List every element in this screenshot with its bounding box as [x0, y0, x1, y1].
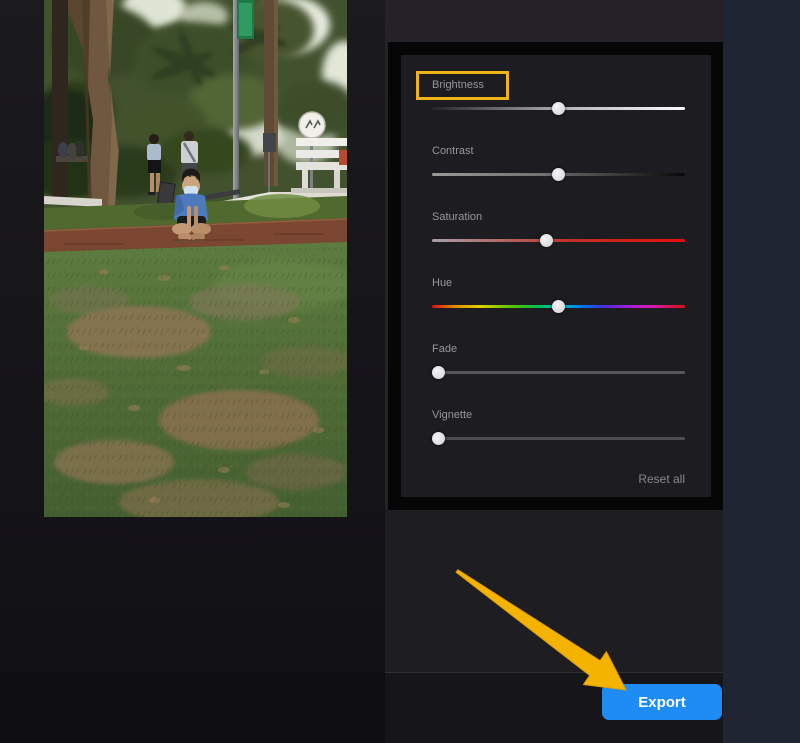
export-button[interactable]: Export: [602, 684, 722, 720]
slider[interactable]: [432, 168, 685, 181]
playback-controls: 00:00/00:13: [0, 530, 385, 576]
slider-row-vignette: Vignette: [432, 401, 685, 461]
slider-handle[interactable]: [552, 300, 565, 313]
slider-handle[interactable]: [540, 234, 553, 247]
slider-handle[interactable]: [432, 366, 445, 379]
slider[interactable]: [432, 102, 685, 115]
slider-label: Brightness: [432, 79, 484, 91]
below-panel-area: [385, 510, 723, 672]
park-scene: [44, 0, 347, 517]
slider-label: Vignette: [432, 409, 472, 421]
slider-label: Hue: [432, 277, 452, 289]
slider[interactable]: [432, 234, 685, 247]
reset-all-link[interactable]: Reset all: [638, 472, 685, 486]
slider-handle[interactable]: [552, 102, 565, 115]
slider-row-brightness: Brightness: [432, 71, 685, 131]
slider-label: Contrast: [432, 145, 474, 157]
adjust-panel: Brightness Contrast Saturation Hue: [401, 55, 711, 497]
slider-track[interactable]: [432, 437, 685, 440]
right-sidebar: [723, 0, 800, 743]
preview-pane: 00:00/00:13: [0, 0, 385, 743]
video-preview[interactable]: [44, 0, 347, 517]
left-footer-strip: [0, 672, 385, 743]
app-window: 00:00/00:13 Brightness Contrast Sa: [0, 0, 800, 743]
slider-handle[interactable]: [552, 168, 565, 181]
slider-label: Saturation: [432, 211, 482, 223]
slider-row-saturation: Saturation: [432, 203, 685, 263]
slider-row-fade: Fade: [432, 335, 685, 395]
slider[interactable]: [432, 432, 685, 445]
slider-row-contrast: Contrast: [432, 137, 685, 197]
slider-row-hue: Hue: [432, 269, 685, 329]
slider-handle[interactable]: [432, 432, 445, 445]
slider-label: Fade: [432, 343, 457, 355]
slider-track[interactable]: [432, 371, 685, 374]
slider-track[interactable]: [432, 239, 685, 242]
slider[interactable]: [432, 366, 685, 379]
slider[interactable]: [432, 300, 685, 313]
